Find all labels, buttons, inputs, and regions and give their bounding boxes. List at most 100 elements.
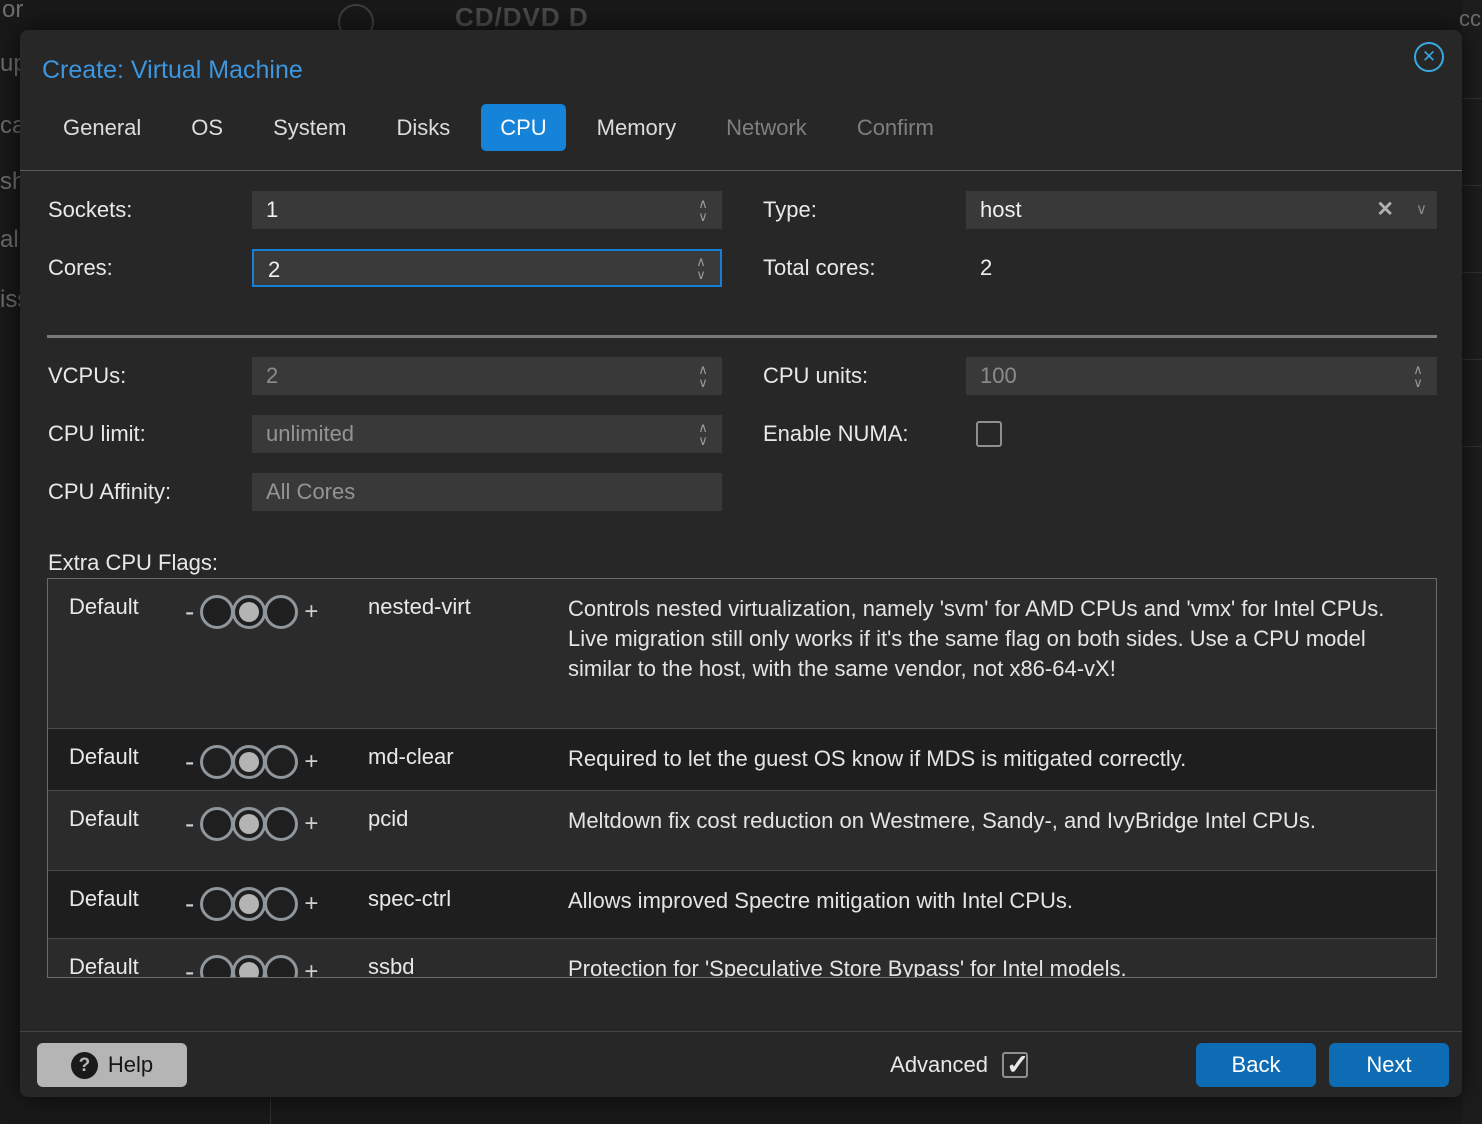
sockets-label: Sockets: <box>48 191 132 229</box>
flag-minus[interactable]: - <box>185 746 194 778</box>
flag-plus[interactable]: + <box>304 598 318 626</box>
type-label: Type: <box>763 191 817 229</box>
cpu-units-input: 100 ∧∨ <box>966 357 1437 395</box>
create-vm-dialog: Create: Virtual Machine ✕ General OS Sys… <box>20 30 1462 1097</box>
sockets-spinner[interactable]: ∧∨ <box>694 194 712 226</box>
sockets-input[interactable]: 1 ∧∨ <box>252 191 722 229</box>
flag-minus[interactable]: - <box>185 808 194 840</box>
tab-system[interactable]: System <box>254 104 365 151</box>
flag-plus[interactable]: + <box>304 890 318 918</box>
dialog-title: Create: Virtual Machine <box>42 56 303 85</box>
table-row: Default - + ssbd Protection for 'Specula… <box>48 939 1436 978</box>
cpu-units-spinner: ∧∨ <box>1409 360 1427 392</box>
advanced-label: Advanced <box>890 1052 988 1078</box>
spin-down-icon: ∨ <box>698 210 708 223</box>
type-combobox[interactable]: host ✕ ∨ <box>966 191 1437 229</box>
flag-plus[interactable]: + <box>304 748 318 776</box>
total-cores-label: Total cores: <box>763 249 876 287</box>
spin-down-icon: ∨ <box>1413 376 1423 389</box>
help-question-icon: ? <box>71 1052 98 1079</box>
flag-minus[interactable]: - <box>185 596 194 628</box>
flag-tri-state-slider[interactable]: - + <box>185 807 318 841</box>
tab-general[interactable]: General <box>44 104 160 151</box>
flag-name: pcid <box>368 791 568 870</box>
cpu-limit-label: CPU limit: <box>48 415 146 453</box>
cpu-units-label: CPU units: <box>763 357 868 395</box>
close-icon[interactable]: ✕ <box>1414 42 1444 72</box>
flag-minus[interactable]: - <box>185 956 194 978</box>
flag-state-off-icon[interactable] <box>200 807 234 841</box>
flag-state-default-icon[interactable] <box>232 807 266 841</box>
flag-state-default-icon[interactable] <box>232 955 266 978</box>
spin-down-icon: ∨ <box>696 268 706 281</box>
advanced-checkbox[interactable] <box>1002 1052 1028 1078</box>
tab-confirm: Confirm <box>838 104 953 151</box>
flag-value: Default <box>48 729 185 790</box>
flag-state-off-icon[interactable] <box>200 595 234 629</box>
chevron-down-icon[interactable]: ∨ <box>1416 191 1427 229</box>
table-row: Default - + md-clear Required to let the… <box>48 729 1436 791</box>
backdrop-divider <box>270 1097 271 1124</box>
backdrop-text-fragment: cc <box>1459 6 1481 32</box>
spin-down-icon: ∨ <box>698 434 708 447</box>
enable-numa-label: Enable NUMA: <box>763 415 909 453</box>
enable-numa-checkbox[interactable] <box>976 421 1002 447</box>
flag-state-default-icon[interactable] <box>232 887 266 921</box>
flag-tri-state-slider[interactable]: - + <box>185 595 318 629</box>
spin-down-icon: ∨ <box>698 376 708 389</box>
flag-description: Required to let the guest OS know if MDS… <box>568 729 1436 790</box>
flag-state-on-icon[interactable] <box>264 955 298 978</box>
flag-description: Allows improved Spectre mitigation with … <box>568 871 1436 938</box>
cores-input[interactable]: 2 ∧∨ <box>252 249 722 287</box>
flag-state-on-icon[interactable] <box>264 595 298 629</box>
vcpus-label: VCPUs: <box>48 357 126 395</box>
table-row: Default - + nested-virt Controls nested … <box>48 579 1436 729</box>
flag-state-off-icon[interactable] <box>200 745 234 779</box>
tab-disks[interactable]: Disks <box>377 104 469 151</box>
cpu-flags-table[interactable]: Default - + nested-virt Controls nested … <box>47 578 1437 978</box>
tabbar-divider <box>20 170 1462 171</box>
flag-plus[interactable]: + <box>304 810 318 838</box>
clear-icon[interactable]: ✕ <box>1376 191 1394 229</box>
tab-network: Network <box>707 104 826 151</box>
cores-spinner[interactable]: ∧∨ <box>692 252 710 284</box>
back-button[interactable]: Back <box>1196 1043 1316 1087</box>
cpu-limit-input: unlimited ∧∨ <box>252 415 722 453</box>
cpu-affinity-input[interactable]: All Cores <box>252 473 722 511</box>
cpu-limit-spinner: ∧∨ <box>694 418 712 450</box>
tab-os[interactable]: OS <box>172 104 242 151</box>
help-button-label: Help <box>108 1052 153 1078</box>
flag-state-on-icon[interactable] <box>264 887 298 921</box>
backdrop-text-fragment: CD/DVD D <box>455 2 589 33</box>
vcpus-spinner: ∧∨ <box>694 360 712 392</box>
flag-plus[interactable]: + <box>304 958 318 978</box>
flag-state-on-icon[interactable] <box>264 807 298 841</box>
flag-state-on-icon[interactable] <box>264 745 298 779</box>
flag-tri-state-slider[interactable]: - + <box>185 955 318 978</box>
next-button[interactable]: Next <box>1329 1043 1449 1087</box>
tab-cpu[interactable]: CPU <box>481 104 565 151</box>
flag-tri-state-slider[interactable]: - + <box>185 745 318 779</box>
flag-name: spec-ctrl <box>368 871 568 938</box>
table-row: Default - + pcid Meltdown fix cost reduc… <box>48 791 1436 871</box>
flag-value: Default <box>48 939 185 978</box>
flag-state-default-icon[interactable] <box>232 745 266 779</box>
flag-description: Controls nested virtualization, namely '… <box>568 579 1436 728</box>
flag-name: nested-virt <box>368 579 568 728</box>
flag-state-off-icon[interactable] <box>200 887 234 921</box>
dialog-footer: ? Help Advanced Back Next <box>20 1031 1462 1097</box>
help-button[interactable]: ? Help <box>37 1043 187 1087</box>
flag-state-off-icon[interactable] <box>200 955 234 978</box>
vcpus-input: 2 ∧∨ <box>252 357 722 395</box>
backdrop-text-fragment: or <box>2 0 23 24</box>
flag-value: Default <box>48 871 185 938</box>
flag-minus[interactable]: - <box>185 888 194 920</box>
tab-memory[interactable]: Memory <box>578 104 695 151</box>
cpu-affinity-label: CPU Affinity: <box>48 473 171 511</box>
flag-state-default-icon[interactable] <box>232 595 266 629</box>
flag-value: Default <box>48 579 185 728</box>
flag-tri-state-slider[interactable]: - + <box>185 887 318 921</box>
flag-description: Protection for 'Speculative Store Bypass… <box>568 939 1436 978</box>
flag-name: md-clear <box>368 729 568 790</box>
flag-value: Default <box>48 791 185 870</box>
